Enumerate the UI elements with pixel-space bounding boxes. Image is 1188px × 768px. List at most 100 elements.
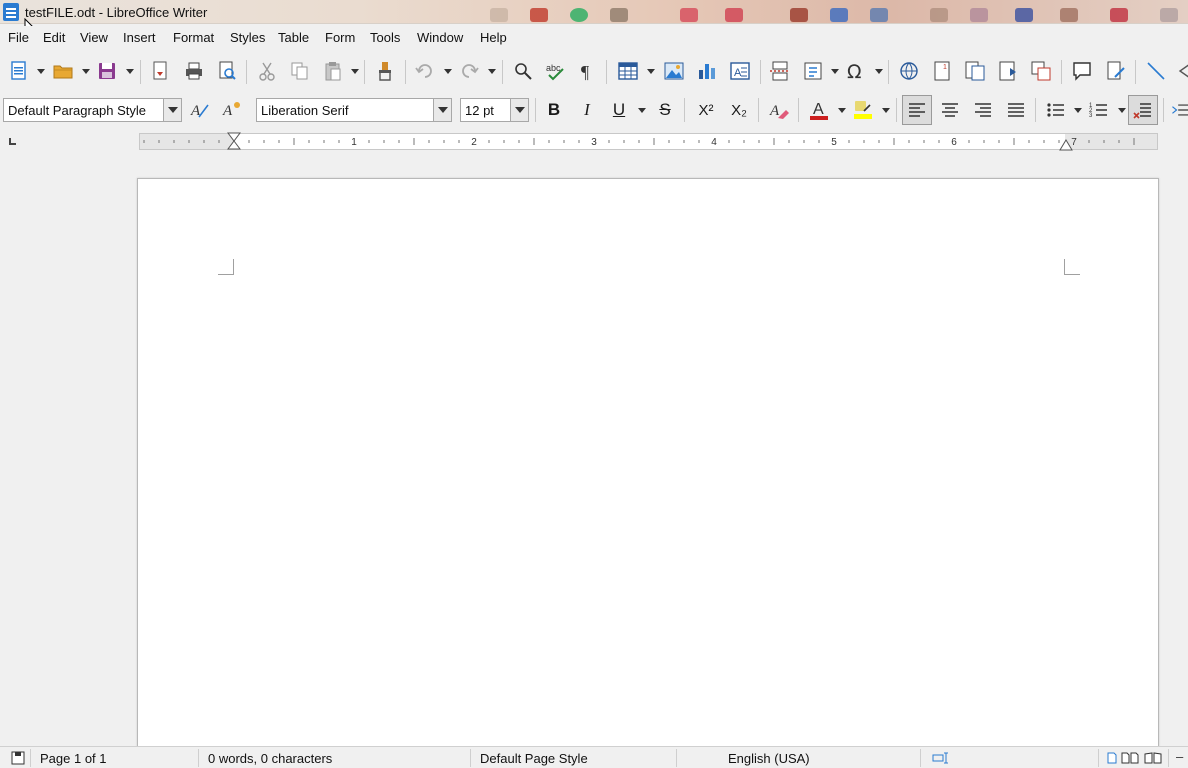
- redo-icon[interactable]: [456, 58, 482, 84]
- menu-file[interactable]: File: [8, 30, 29, 45]
- undo-icon[interactable]: [412, 58, 438, 84]
- font-color-dropdown-caret[interactable]: [838, 108, 846, 114]
- insert-chart-icon[interactable]: [694, 58, 720, 84]
- undo-dropdown-caret[interactable]: [444, 69, 452, 75]
- redo-dropdown-caret[interactable]: [488, 69, 496, 75]
- clone-formatting-icon[interactable]: [372, 58, 398, 84]
- formatting-marks-icon[interactable]: ¶: [575, 58, 601, 84]
- paragraph-style-combo[interactable]: Default Paragraph Style: [3, 98, 182, 122]
- track-changes-icon[interactable]: [1103, 58, 1129, 84]
- insert-mode-icon[interactable]: [932, 752, 950, 764]
- menu-styles[interactable]: Styles: [230, 30, 265, 45]
- insert-table-icon[interactable]: [615, 58, 641, 84]
- book-view-icon[interactable]: [1144, 752, 1162, 764]
- menu-window[interactable]: Window: [417, 30, 463, 45]
- align-center-button[interactable]: [937, 97, 963, 123]
- no-list-button[interactable]: [1128, 95, 1158, 125]
- tab-stop-selector-icon[interactable]: [9, 138, 16, 145]
- menu-insert[interactable]: Insert: [123, 30, 156, 45]
- insert-endnote-icon[interactable]: [962, 58, 988, 84]
- toolbar-separator: [606, 60, 607, 84]
- cut-icon[interactable]: [254, 58, 280, 84]
- menu-edit[interactable]: Edit: [43, 30, 65, 45]
- ordered-list-icon[interactable]: 123: [1086, 97, 1112, 123]
- save-icon[interactable]: [94, 58, 120, 84]
- document-page[interactable]: [137, 178, 1159, 746]
- highlight-dropdown-caret[interactable]: [882, 108, 890, 114]
- menu-tools[interactable]: Tools: [370, 30, 400, 45]
- paste-dropdown-caret[interactable]: [351, 69, 359, 75]
- export-pdf-icon[interactable]: [147, 58, 173, 84]
- insert-text-box-icon[interactable]: A: [727, 58, 753, 84]
- menu-view[interactable]: View: [80, 30, 108, 45]
- insert-hyperlink-icon[interactable]: [896, 58, 922, 84]
- copy-icon[interactable]: [287, 58, 313, 84]
- page-style[interactable]: Default Page Style: [480, 751, 588, 766]
- new-style-icon[interactable]: A: [219, 97, 245, 123]
- unordered-list-dropdown-caret[interactable]: [1074, 108, 1082, 114]
- paste-icon[interactable]: [320, 58, 346, 84]
- insert-footnote-icon[interactable]: 1: [929, 58, 955, 84]
- insert-page-break-icon[interactable]: [767, 58, 793, 84]
- insert-comment-icon[interactable]: [1069, 58, 1095, 84]
- clear-formatting-icon[interactable]: A: [766, 97, 792, 123]
- menu-table[interactable]: Table: [278, 30, 309, 45]
- update-style-icon[interactable]: A: [187, 97, 213, 123]
- paragraph-style-dropdown-button[interactable]: [163, 99, 181, 121]
- save-dropdown-caret[interactable]: [126, 69, 134, 75]
- justify-button[interactable]: [1003, 97, 1029, 123]
- writer-app-icon[interactable]: [3, 3, 19, 21]
- ruler-ticks: 1234567: [143, 137, 1135, 148]
- ordered-list-dropdown-caret[interactable]: [1118, 108, 1126, 114]
- insert-special-character-icon[interactable]: Ω: [843, 58, 869, 84]
- word-count[interactable]: 0 words, 0 characters: [208, 751, 332, 766]
- strikethrough-button[interactable]: S: [652, 97, 678, 123]
- highlight-color-icon[interactable]: [850, 97, 876, 123]
- new-document-icon[interactable]: [6, 58, 32, 84]
- document-modified-icon[interactable]: [11, 751, 25, 765]
- special-char-dropdown-caret[interactable]: [875, 69, 883, 75]
- document-area[interactable]: [0, 156, 1188, 746]
- insert-line-icon[interactable]: [1143, 58, 1169, 84]
- new-dropdown-caret[interactable]: [37, 69, 45, 75]
- menu-help[interactable]: Help: [480, 30, 507, 45]
- zoom-minus-icon[interactable]: –: [1176, 749, 1183, 764]
- font-size-dropdown-button[interactable]: [510, 99, 528, 121]
- insert-field-icon[interactable]: [800, 58, 826, 84]
- insert-image-icon[interactable]: [661, 58, 687, 84]
- horizontal-ruler[interactable]: 1234567: [139, 132, 1158, 151]
- superscript-button[interactable]: X²: [693, 97, 719, 123]
- print-preview-icon[interactable]: [214, 58, 240, 84]
- increase-indent-icon[interactable]: [1170, 97, 1188, 123]
- field-dropdown-caret[interactable]: [831, 69, 839, 75]
- open-folder-icon[interactable]: [50, 58, 76, 84]
- italic-button[interactable]: I: [574, 97, 600, 123]
- font-size-combo[interactable]: 12 pt: [460, 98, 529, 122]
- align-right-button[interactable]: [970, 97, 996, 123]
- font-color-icon[interactable]: A: [806, 97, 832, 123]
- subscript-button[interactable]: X₂: [726, 97, 752, 123]
- font-name-combo[interactable]: Liberation Serif: [256, 98, 452, 122]
- language[interactable]: English (USA): [728, 751, 810, 766]
- single-page-view-icon[interactable]: [1106, 752, 1118, 764]
- right-indent-marker-icon[interactable]: [1059, 139, 1073, 151]
- menu-form[interactable]: Form: [325, 30, 355, 45]
- underline-button[interactable]: U: [606, 97, 632, 123]
- insert-bookmark-icon[interactable]: [995, 58, 1021, 84]
- page-count[interactable]: Page 1 of 1: [40, 751, 107, 766]
- basic-shapes-icon[interactable]: [1172, 58, 1188, 84]
- underline-dropdown-caret[interactable]: [638, 108, 646, 114]
- spelling-icon[interactable]: abc: [543, 58, 569, 84]
- multi-page-view-icon[interactable]: [1121, 752, 1139, 764]
- table-dropdown-caret[interactable]: [647, 69, 655, 75]
- font-name-dropdown-button[interactable]: [433, 99, 451, 121]
- print-icon[interactable]: [181, 58, 207, 84]
- left-indent-marker-icon[interactable]: [227, 132, 241, 151]
- bold-button[interactable]: B: [541, 97, 567, 123]
- find-replace-icon[interactable]: [510, 58, 536, 84]
- align-left-button[interactable]: [902, 95, 932, 125]
- unordered-list-icon[interactable]: [1043, 97, 1069, 123]
- open-dropdown-caret[interactable]: [82, 69, 90, 75]
- menu-format[interactable]: Format: [173, 30, 214, 45]
- insert-cross-reference-icon[interactable]: [1028, 58, 1054, 84]
